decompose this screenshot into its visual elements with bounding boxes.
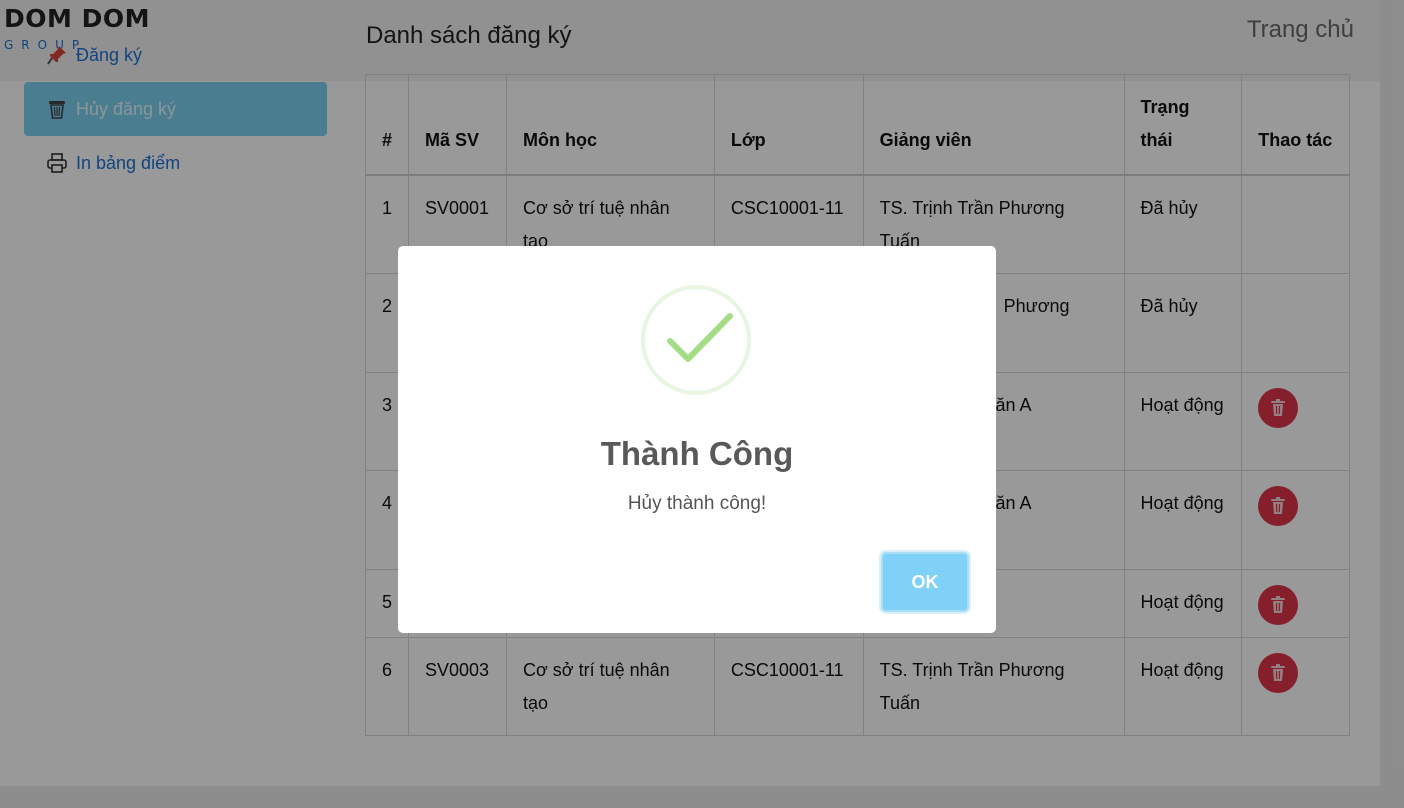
dialog-title: Thành Công [600,435,794,472]
success-check-icon [641,285,751,395]
ok-button[interactable]: OK [881,552,969,612]
dialog-message: Hủy thành công! [627,493,767,514]
success-dialog: Thành Công Hủy thành công! OK [398,246,996,633]
